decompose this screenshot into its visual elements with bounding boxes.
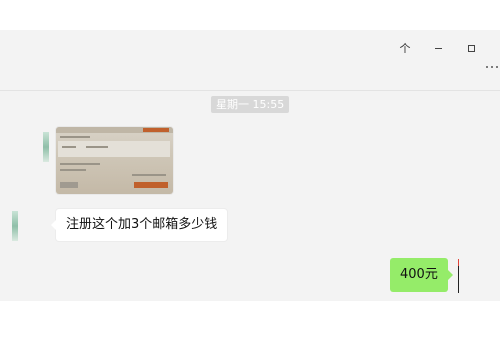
avatar[interactable]: [12, 211, 18, 241]
avatar[interactable]: [43, 132, 49, 162]
more-options-icon[interactable]: [486, 62, 500, 72]
pin-icon[interactable]: 个: [395, 38, 415, 58]
minimize-icon[interactable]: [428, 38, 448, 58]
image-message[interactable]: [56, 127, 173, 194]
sent-message-bubble[interactable]: 400元: [390, 258, 453, 292]
maximize-icon[interactable]: [461, 38, 481, 58]
timestamp-badge: 星期一 15:55: [211, 96, 290, 113]
text-cursor: [458, 259, 459, 293]
title-bar: 个: [0, 30, 500, 91]
chat-area[interactable]: 星期一 15:55 注册这个加3个邮箱多少钱 400元: [0, 91, 500, 301]
received-message-bubble[interactable]: 注册这个加3个邮箱多少钱: [50, 209, 228, 241]
